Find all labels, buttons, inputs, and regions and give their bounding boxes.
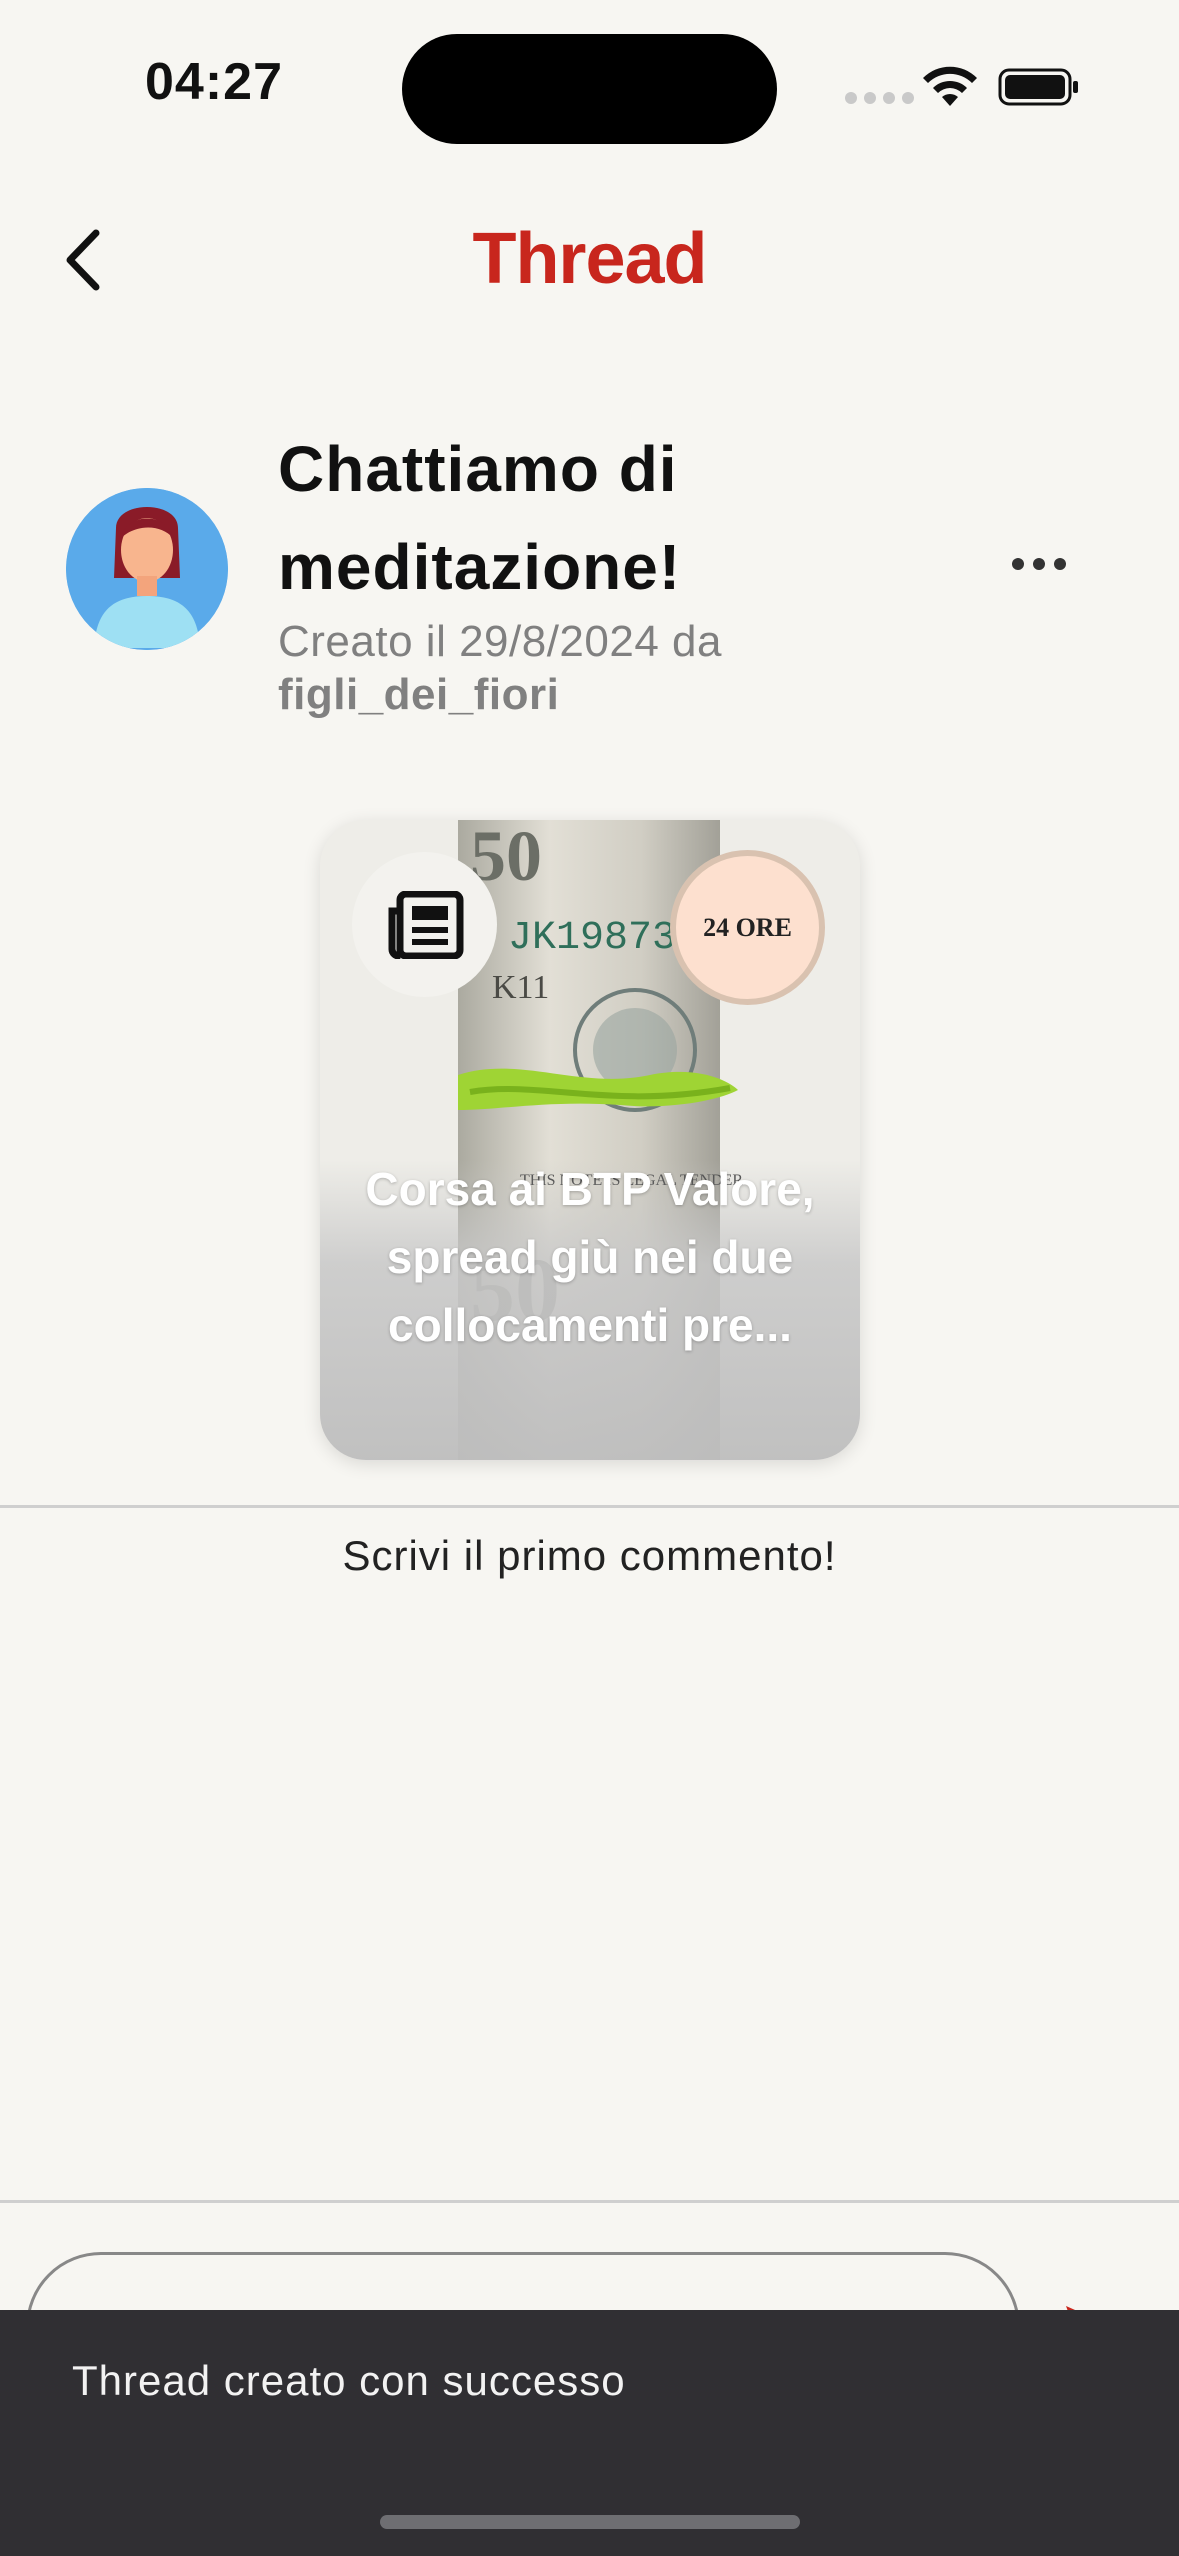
newspaper-icon	[352, 852, 497, 997]
thread-created-date: Creato il 29/8/2024 da	[278, 617, 722, 666]
home-indicator[interactable]	[380, 2515, 800, 2529]
status-time: 04:27	[145, 53, 283, 111]
battery-icon	[998, 68, 1078, 106]
cellular-signal-icon	[845, 92, 914, 104]
empty-comments-text: Scrivi il primo commento!	[342, 1532, 837, 1579]
avatar[interactable]	[66, 488, 228, 650]
more-horizontal-icon[interactable]	[1012, 558, 1066, 570]
page-title: Thread	[472, 219, 707, 299]
source-logo: 24 ORE	[670, 850, 825, 1005]
thread-author[interactable]: figli_dei_fiori	[278, 670, 559, 720]
source-logo-text: 24 ORE	[703, 912, 792, 942]
wifi-icon	[923, 66, 977, 106]
snackbar-message: Thread creato con successo	[72, 2357, 626, 2404]
dynamic-island	[402, 34, 777, 144]
user-avatar-icon	[66, 488, 228, 650]
divider	[0, 2200, 1179, 2203]
news-headline: Corsa ai BTP Valore, spread giù nei due …	[365, 1163, 815, 1351]
divider	[0, 1505, 1179, 1508]
thread-title: Chattiamo di meditazione!	[278, 433, 682, 603]
svg-text:JK19873: JK19873	[508, 916, 676, 961]
svg-text:K11: K11	[492, 969, 549, 1006]
